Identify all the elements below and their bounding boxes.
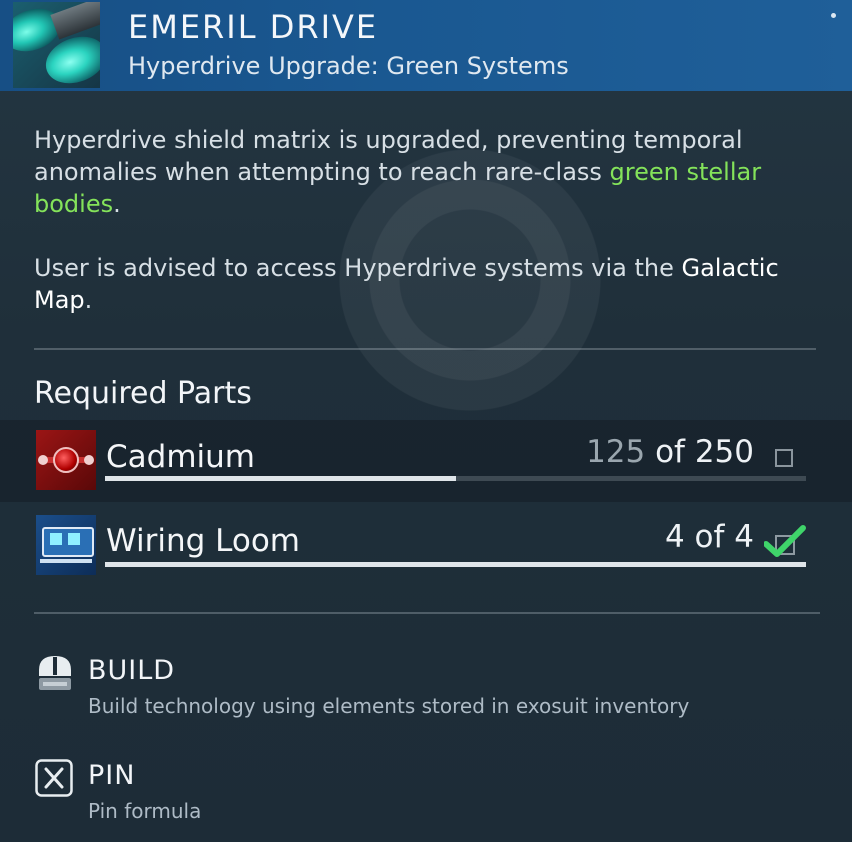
part-of-cadmium: of 250 xyxy=(655,434,754,470)
part-have-wiring-loom: 4 xyxy=(664,519,685,555)
progress-fill-wiring-loom xyxy=(105,562,806,567)
part-have-cadmium: 125 xyxy=(586,434,646,470)
part-count-cadmium: 125 of 250 xyxy=(586,434,754,470)
checkmark-icon xyxy=(763,524,806,560)
wiring-loom-icon xyxy=(36,515,96,575)
build-label: BUILD xyxy=(88,655,176,686)
x-key-icon xyxy=(35,759,73,797)
divider-top xyxy=(34,348,816,350)
part-row-cadmium[interactable]: Cadmium 125 of 250 xyxy=(0,420,852,502)
cadmium-icon xyxy=(36,430,96,490)
progress-track-cadmium xyxy=(105,476,806,481)
part-name-wiring-loom: Wiring Loom xyxy=(106,523,300,559)
advice-paragraph: User is advised to access Hyperdrive sys… xyxy=(34,252,814,316)
description-text-end: . xyxy=(113,190,121,218)
part-name-cadmium: Cadmium xyxy=(106,439,255,475)
build-description: Build technology using elements stored i… xyxy=(88,694,690,718)
item-title: EMERIL DRIVE xyxy=(128,8,379,46)
status-dot xyxy=(831,13,836,18)
pin-label: PIN xyxy=(88,760,136,791)
divider-bottom xyxy=(34,612,820,614)
advice-text: User is advised to access Hyperdrive sys… xyxy=(34,254,682,282)
part-of-wiring-loom: of 4 xyxy=(694,519,754,555)
hyperdrive-thruster-icon xyxy=(13,2,100,88)
part-count-wiring-loom: 4 of 4 xyxy=(665,519,754,555)
part-row-wiring-loom[interactable]: Wiring Loom 4 of 4 xyxy=(0,510,852,590)
mouse-button-icon xyxy=(35,654,75,692)
progress-track-wiring-loom xyxy=(105,562,806,567)
header-bar: EMERIL DRIVE Hyperdrive Upgrade: Green S… xyxy=(0,0,852,91)
description-paragraph: Hyperdrive shield matrix is upgraded, pr… xyxy=(34,124,814,220)
required-parts-title: Required Parts xyxy=(34,376,252,411)
item-subtitle: Hyperdrive Upgrade: Green Systems xyxy=(128,52,569,80)
progress-fill-cadmium xyxy=(105,476,456,481)
checkbox-cadmium-empty xyxy=(775,449,793,467)
pin-description: Pin formula xyxy=(88,799,202,823)
advice-text-end: . xyxy=(84,286,93,314)
